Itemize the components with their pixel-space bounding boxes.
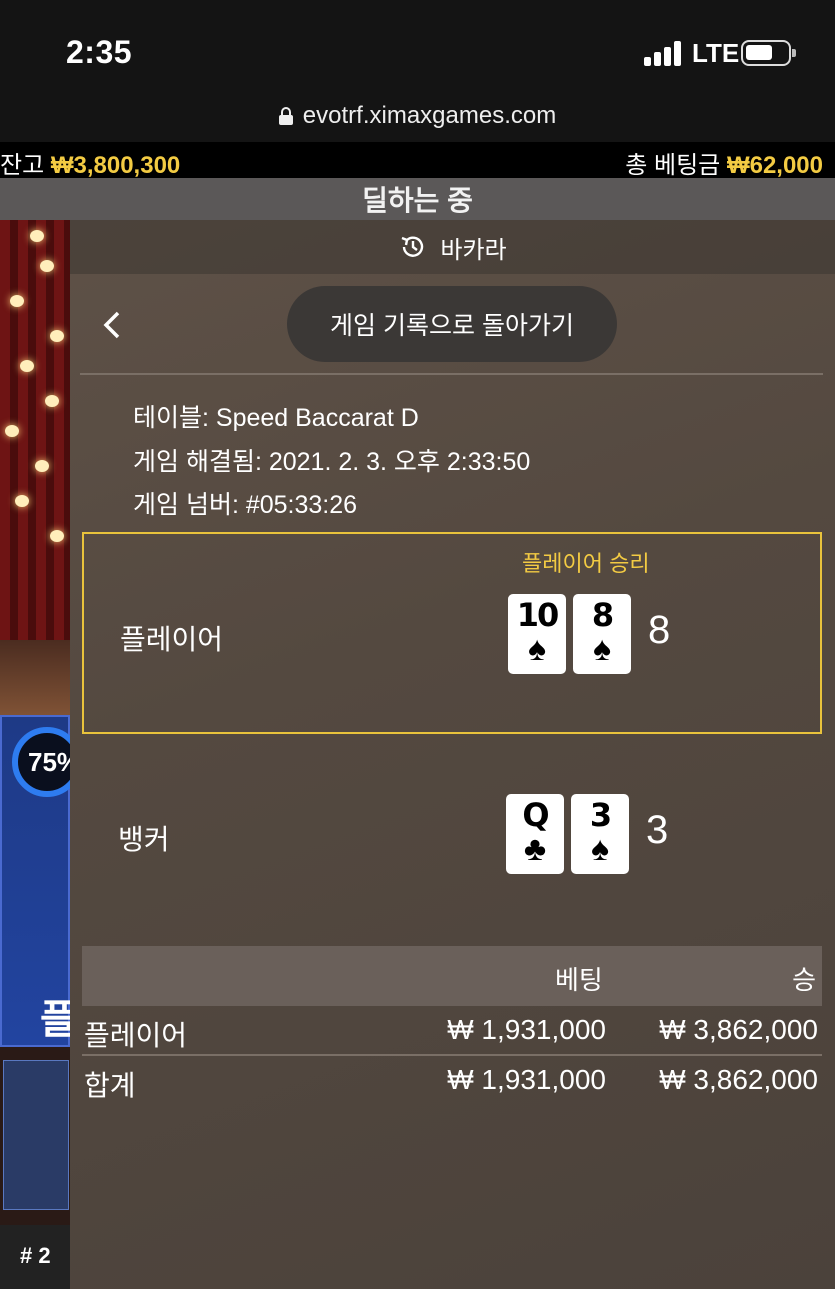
address-bar[interactable]: evotrf.ximaxgames.com <box>0 90 835 142</box>
balance-label: 잔고 <box>0 152 45 179</box>
bet-spot-secondary[interactable] <box>3 1060 69 1210</box>
back-to-history-button[interactable]: 게임 기록으로 돌아가기 <box>287 286 617 362</box>
network-label: LTE <box>692 38 740 68</box>
row-win: ₩ 3,862,000 <box>659 1014 818 1045</box>
card-rank: 10 <box>516 596 560 634</box>
table-info: 테이블: Speed Baccarat D <box>133 404 419 432</box>
bet-column-header: 베팅 <box>555 965 603 995</box>
card-rank: 3 <box>589 796 612 834</box>
player-result-row: 플레이어 승리 플레이어 10 ♠ 8 ♠ 8 <box>82 532 822 734</box>
url-text: evotrf.ximaxgames.com <box>302 102 557 129</box>
row-name: 합계 <box>84 1070 136 1101</box>
card-rank: 8 <box>591 596 614 634</box>
dealing-status-banner: 딜하는 중 <box>0 178 835 220</box>
table-row: 플레이어 ₩ 1,931,000 ₩ 3,862,000 <box>82 1006 822 1056</box>
win-column-header: 승 <box>792 965 816 995</box>
spade-icon: ♠ <box>527 630 547 668</box>
player-card-1: 10 ♠ <box>508 594 566 674</box>
total-bet-label: 총 베팅금 <box>625 152 721 179</box>
status-bar: 2:35 LTE <box>0 0 835 90</box>
row-name: 플레이어 <box>84 1020 188 1051</box>
balance: 잔고 ₩3,800,300 <box>0 145 180 180</box>
game-scene-background: 75% 플 # 2 <box>0 220 70 1289</box>
lock-icon <box>278 107 293 125</box>
player-card-2: 8 ♠ <box>573 594 631 674</box>
balance-value: ₩3,800,300 <box>50 152 181 179</box>
timer-text: 75% <box>28 747 70 777</box>
total-bet-value: ₩62,000 <box>726 152 823 179</box>
banker-score: 3 <box>646 808 669 852</box>
player-bet-spot[interactable]: 75% 플 <box>0 715 70 1047</box>
bet-table: 베팅 승 플레이어 ₩ 1,931,000 ₩ 3,862,000 합계 ₩ 1… <box>82 946 822 1106</box>
chevron-left-icon[interactable] <box>98 310 128 340</box>
winner-label: 플레이어 승리 <box>522 551 650 576</box>
history-icon <box>401 236 424 257</box>
game-history-panel: 바카라 게임 기록으로 돌아가기 테이블: Speed Baccarat D 게… <box>70 220 835 1289</box>
signal-icon <box>644 40 684 66</box>
roadmap-row: # 2 <box>0 1225 70 1289</box>
panel-title: 바카라 <box>440 236 507 264</box>
clock: 2:35 <box>66 34 133 70</box>
game-number: 게임 넘버: #05:33:26 <box>133 491 358 519</box>
spade-icon: ♠ <box>590 830 610 868</box>
panel-header: 바카라 <box>70 220 835 274</box>
table-row-total: 합계 ₩ 1,931,000 ₩ 3,862,000 <box>82 1056 822 1106</box>
player-score: 8 <box>648 608 671 652</box>
row-bet: ₩ 1,931,000 <box>447 1064 606 1095</box>
divider <box>80 373 823 375</box>
spade-icon: ♠ <box>592 630 612 668</box>
resolved-time: 게임 해결됨: 2021. 2. 3. 오후 2:33:50 <box>133 448 531 476</box>
roadmap-hash: # 2 <box>20 1243 51 1268</box>
card-rank: Q <box>522 796 549 834</box>
banker-card-2: 3 ♠ <box>571 794 629 874</box>
club-icon: ♣ <box>523 830 547 868</box>
row-bet: ₩ 1,931,000 <box>447 1014 606 1045</box>
row-win: ₩ 3,862,000 <box>659 1064 818 1095</box>
player-label: 플레이어 <box>120 624 224 655</box>
battery-icon <box>741 40 796 66</box>
bet-table-header: 베팅 승 <box>82 946 822 1006</box>
bet-spot-label: 플 <box>40 998 70 1042</box>
banker-result-row: 뱅커 Q ♣ 3 ♠ 3 <box>82 734 822 936</box>
banker-label: 뱅커 <box>118 824 170 855</box>
banker-card-1: Q ♣ <box>506 794 564 874</box>
balance-bar: 잔고 ₩3,800,300 총 베팅금 ₩62,000 <box>0 142 835 180</box>
total-bet: 총 베팅금 ₩62,000 <box>625 145 823 180</box>
